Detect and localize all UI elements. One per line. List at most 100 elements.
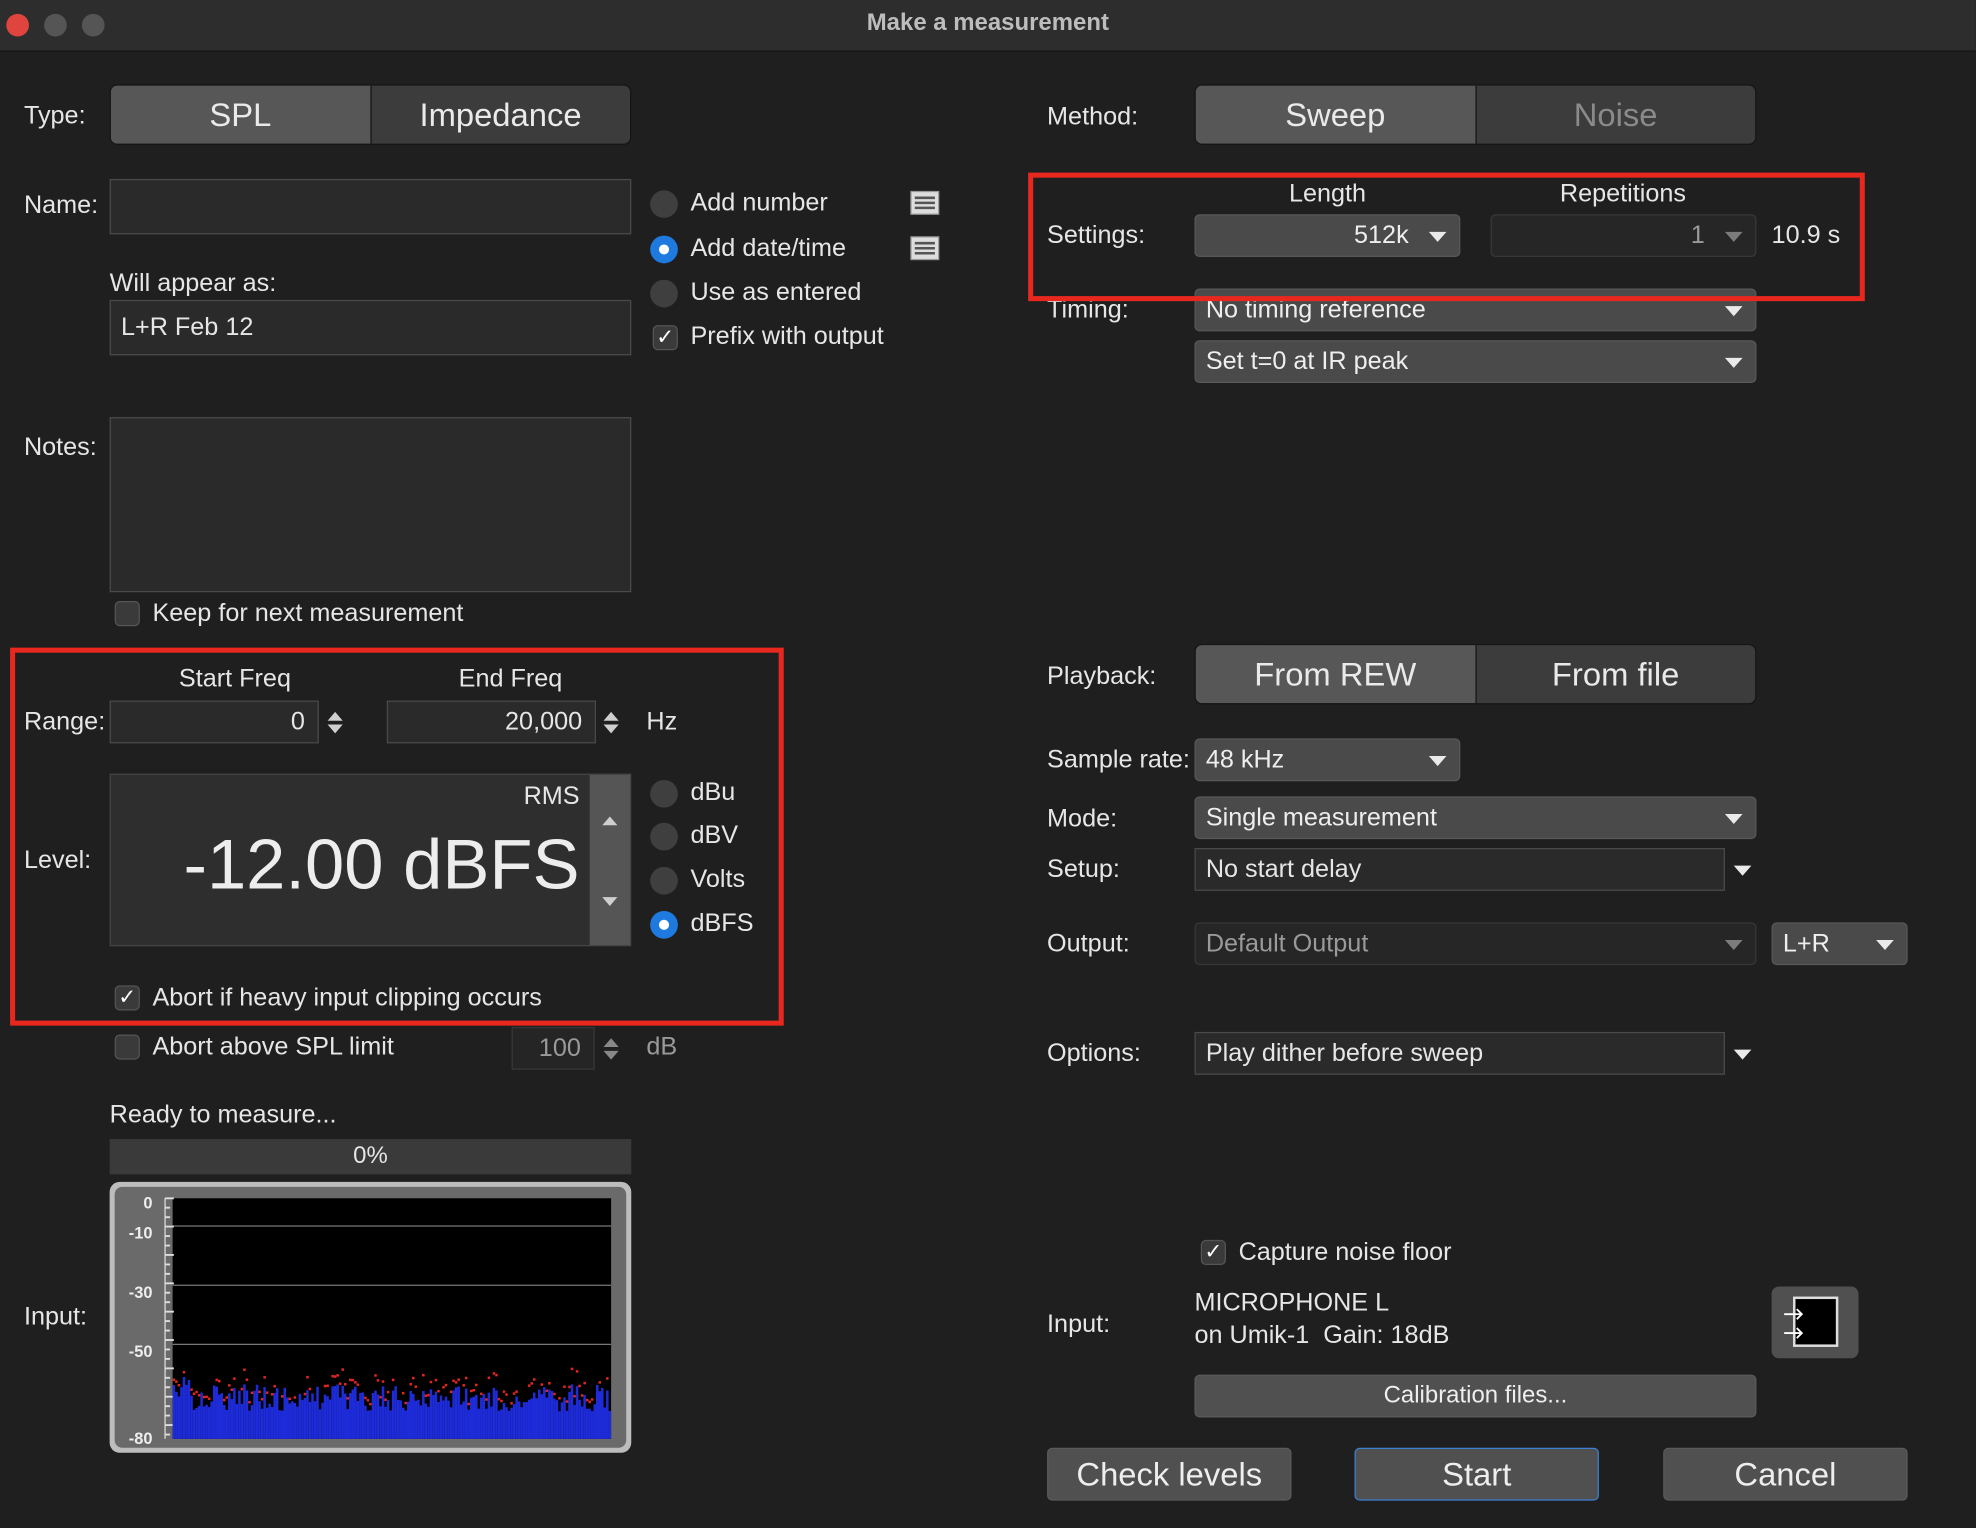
- start-button[interactable]: Start: [1354, 1447, 1599, 1501]
- chevron-down-icon: [1724, 813, 1743, 825]
- meter-peak: [323, 1384, 327, 1388]
- meter-peak: [540, 1383, 544, 1386]
- meter-bar: [558, 1411, 561, 1439]
- meter-peak: [250, 1391, 254, 1395]
- chevron-down-icon: [1724, 306, 1743, 317]
- meter-peak: [177, 1383, 181, 1387]
- meter-bar: [598, 1391, 602, 1439]
- calibration-files-button[interactable]: Calibration files...: [1194, 1374, 1757, 1418]
- meter-bar: [593, 1404, 596, 1439]
- meter-peak: [580, 1394, 584, 1397]
- meter-bar: [243, 1384, 246, 1439]
- use-as-entered-radio[interactable]: [650, 279, 678, 308]
- chevron-down-icon: [1724, 357, 1743, 368]
- prefix-output-label: Prefix with output: [690, 322, 884, 351]
- meter-bar: [437, 1401, 440, 1439]
- add-number-radio[interactable]: [650, 190, 678, 218]
- meter-peak: [175, 1380, 178, 1383]
- meter-peak: [364, 1396, 367, 1400]
- meter-peak: [341, 1368, 344, 1371]
- method-segmented-control: Sweep Noise: [1194, 84, 1757, 145]
- meter-peak: [308, 1387, 312, 1391]
- chevron-down-icon[interactable]: [1733, 1049, 1752, 1060]
- meter-bar: [318, 1409, 322, 1439]
- meter-bar: [316, 1386, 319, 1439]
- chevron-up-icon[interactable]: [603, 1037, 619, 1047]
- meter-bar: [573, 1404, 576, 1439]
- chevron-down-icon[interactable]: [1733, 865, 1752, 876]
- meter-bar: [379, 1406, 382, 1439]
- meter-tick-30: -30: [128, 1282, 153, 1302]
- method-sweep-option[interactable]: Sweep: [1195, 85, 1475, 144]
- meter-peak: [280, 1395, 284, 1398]
- method-noise-option[interactable]: Noise: [1474, 85, 1755, 144]
- meter-peak: [444, 1383, 448, 1387]
- meter-bar: [172, 1385, 176, 1439]
- meter-bar: [333, 1386, 337, 1439]
- sample-rate-dropdown[interactable]: 48 kHz: [1194, 738, 1461, 782]
- meter-peak: [412, 1376, 415, 1380]
- output-device-dropdown[interactable]: Default Output: [1194, 922, 1757, 966]
- meter-peak: [248, 1400, 251, 1404]
- meter-bar: [419, 1405, 423, 1439]
- chevron-down-icon[interactable]: [603, 1050, 619, 1060]
- meter-peak: [434, 1378, 438, 1382]
- datetime-settings-icon[interactable]: [910, 236, 940, 261]
- meter-peak: [558, 1397, 561, 1400]
- check-levels-button[interactable]: Check levels: [1047, 1447, 1292, 1501]
- meter-bar: [338, 1397, 342, 1439]
- spl-limit-input[interactable]: 100: [511, 1026, 595, 1070]
- meter-bar: [233, 1387, 236, 1439]
- meter-bar: [354, 1386, 357, 1439]
- meter-peak: [354, 1381, 357, 1384]
- meter-peak: [192, 1392, 196, 1396]
- options-label: Options:: [1047, 1039, 1141, 1068]
- type-impedance-option[interactable]: Impedance: [369, 85, 630, 144]
- meter-bar: [399, 1400, 402, 1439]
- notes-label: Notes:: [23, 433, 97, 462]
- mode-dropdown[interactable]: Single measurement: [1194, 796, 1757, 840]
- meter-bar: [192, 1409, 196, 1439]
- meter-bar: [457, 1386, 460, 1439]
- meter-peak: [575, 1370, 579, 1373]
- method-label: Method:: [1047, 103, 1139, 132]
- meter-peak: [452, 1379, 455, 1383]
- meter-bar: [190, 1395, 193, 1439]
- meter-bar: [606, 1390, 609, 1439]
- meter-bar: [359, 1392, 362, 1439]
- notes-textarea[interactable]: [109, 417, 632, 593]
- meter-bar: [296, 1406, 299, 1439]
- meter-bar: [273, 1392, 276, 1439]
- type-spl-option[interactable]: SPL: [110, 85, 370, 144]
- meter-bar: [412, 1393, 415, 1439]
- number-settings-icon[interactable]: [910, 190, 940, 215]
- meter-bar: [228, 1393, 231, 1439]
- meter-bar: [475, 1394, 478, 1439]
- cancel-button[interactable]: Cancel: [1663, 1447, 1908, 1501]
- playback-rew-option[interactable]: From REW: [1195, 645, 1475, 704]
- capture-noise-checkbox[interactable]: ✓: [1200, 1239, 1226, 1266]
- meter-bar: [560, 1402, 564, 1439]
- spl-limit-stepper[interactable]: [592, 1027, 630, 1070]
- add-datetime-radio[interactable]: [650, 235, 678, 264]
- meter-peak: [500, 1399, 503, 1403]
- meter-bar: [205, 1404, 208, 1439]
- meter-peak: [414, 1385, 418, 1388]
- meter-peak: [366, 1399, 370, 1402]
- meter-bar: [401, 1407, 405, 1439]
- meter-bar: [255, 1384, 259, 1439]
- input-select-button[interactable]: [1771, 1286, 1859, 1359]
- meter-peak: [384, 1398, 387, 1401]
- playback-file-option[interactable]: From file: [1474, 645, 1755, 704]
- meter-bar: [250, 1405, 254, 1439]
- abort-spl-checkbox[interactable]: [114, 1034, 140, 1060]
- meter-peak: [568, 1385, 571, 1389]
- ir-peak-dropdown[interactable]: Set t=0 at IR peak: [1194, 340, 1757, 384]
- keep-notes-checkbox[interactable]: [114, 601, 140, 627]
- name-input[interactable]: [109, 178, 632, 235]
- prefix-output-checkbox[interactable]: ✓: [652, 325, 678, 351]
- meter-tick-80: -80: [128, 1428, 153, 1448]
- setup-combobox[interactable]: No start delay: [1194, 847, 1725, 891]
- options-combobox[interactable]: Play dither before sweep: [1194, 1031, 1725, 1075]
- meter-peak: [545, 1389, 549, 1393]
